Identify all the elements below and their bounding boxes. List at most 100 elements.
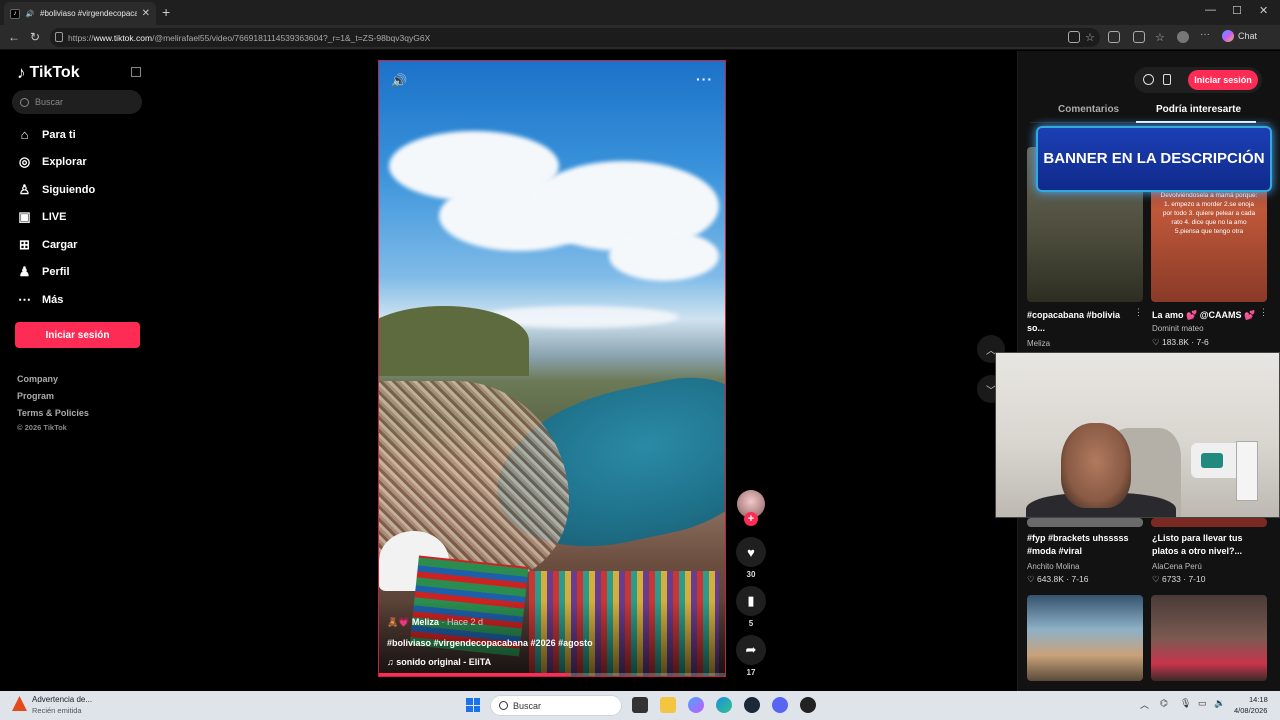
tab-title: #boliviaso #virgendecopacabana xyxy=(40,9,137,18)
sidebar-item-live[interactable]: ▣ LIVE xyxy=(17,209,157,224)
warning-title[interactable]: Advertencia de... xyxy=(32,695,92,704)
volume-tray-icon[interactable]: 🔉 xyxy=(1214,698,1225,709)
sidebar-item-perfil[interactable]: ♟ Perfil xyxy=(17,264,157,279)
clock-time[interactable]: 14:18 xyxy=(1249,695,1268,704)
share-button[interactable]: ➦ xyxy=(736,635,766,665)
edge-browser-icon[interactable] xyxy=(716,697,732,713)
card-author[interactable]: Dominit mateo xyxy=(1152,324,1204,333)
video-hill xyxy=(379,306,529,376)
video-progress-fill xyxy=(379,673,570,676)
video-cloud xyxy=(609,231,719,281)
reload-icon[interactable]: ↻ xyxy=(30,30,40,44)
microphone-icon[interactable]: 🎙 xyxy=(1180,698,1191,709)
file-explorer-icon[interactable] xyxy=(660,697,676,713)
address-toolbar: ← ↻ https://www.tiktok.com/@melirafael55… xyxy=(0,25,1280,50)
sidebar-item-label: LIVE xyxy=(42,210,67,223)
minimize-button[interactable]: — xyxy=(1205,4,1216,16)
favorite-star-icon[interactable]: ☆ xyxy=(1085,31,1097,44)
card-thumbnail[interactable] xyxy=(1027,595,1143,681)
obs-icon[interactable] xyxy=(800,697,816,713)
taskbar-search-input[interactable]: Buscar xyxy=(490,695,622,716)
tab-close-icon[interactable]: ✕ xyxy=(142,8,150,19)
video-sound[interactable]: ♫ sonido original - EliTA xyxy=(387,657,491,667)
login-button[interactable]: Iniciar sesión xyxy=(15,322,140,348)
chat-label: Chat xyxy=(1238,31,1258,41)
network-icon[interactable]: ⌬ xyxy=(1160,698,1168,709)
more-icon: ⋯ xyxy=(18,291,31,307)
start-windows-icon[interactable] xyxy=(466,698,480,712)
card-author[interactable]: Anchito Molina xyxy=(1027,562,1079,571)
video-author-row[interactable]: 🧸💗 Meliza · Hace 2 d xyxy=(387,617,483,628)
copilot-sidebar-icon[interactable] xyxy=(1133,31,1145,43)
discord-icon[interactable] xyxy=(772,697,788,713)
video-caption[interactable]: #boliviaso #virgendecopacabana #2026 #ag… xyxy=(387,638,593,648)
device-icon[interactable] xyxy=(1163,74,1171,85)
video-more-icon[interactable]: ··· xyxy=(696,71,713,87)
card-thumbnail[interactable] xyxy=(1027,518,1143,527)
sidebar-search-input[interactable]: Buscar xyxy=(12,90,142,114)
save-count: 5 xyxy=(748,619,754,628)
sidebar-item-cargar[interactable]: ⊞ Cargar xyxy=(17,237,157,252)
card-more-icon[interactable]: ⋮ xyxy=(1134,307,1143,318)
settings-more-icon[interactable]: ··· xyxy=(1200,29,1212,41)
card-more-icon[interactable]: ⋮ xyxy=(1259,307,1268,318)
cam-door xyxy=(1236,441,1258,501)
display-icon[interactable]: ▭ xyxy=(1198,698,1207,709)
sidebar-item-para-ti[interactable]: ⌂ Para ti xyxy=(17,127,157,142)
copilot-chat-button[interactable]: Chat xyxy=(1222,30,1257,42)
copyright-text: © 2026 TikTok xyxy=(17,423,67,432)
card-author[interactable]: AlaCena Perú xyxy=(1152,562,1202,571)
card-title[interactable]: #copacabana #bolivia so... xyxy=(1027,309,1135,335)
favorites-icon[interactable]: ☆ xyxy=(1155,31,1167,44)
collapse-sidebar-icon[interactable] xyxy=(131,67,141,77)
profile-avatar-icon[interactable] xyxy=(1177,31,1189,43)
warning-icon[interactable] xyxy=(12,696,27,711)
footer-link-program[interactable]: Program xyxy=(17,391,54,401)
url-host: www.tiktok.com xyxy=(93,32,153,43)
bookmark-icon: ▮ xyxy=(747,593,755,608)
tab-podria-interesarte[interactable]: Podría interesarte xyxy=(1156,104,1241,115)
card-title[interactable]: ¿Listo para llevar tus platos a otro niv… xyxy=(1152,532,1264,558)
sidebar-item-label: Más xyxy=(42,293,64,306)
copilot-app-icon[interactable] xyxy=(688,697,704,713)
window-close-button[interactable]: ✕ xyxy=(1259,4,1268,17)
tab-comentarios[interactable]: Comentarios xyxy=(1058,104,1119,115)
site-info-icon[interactable] xyxy=(55,32,63,42)
save-button[interactable]: ▮ xyxy=(736,586,766,616)
card-thumbnail[interactable] xyxy=(1151,595,1267,681)
footer-link-company[interactable]: Company xyxy=(17,374,58,384)
browser-tab[interactable]: ♪ 🔊 #boliviaso #virgendecopacabana ✕ xyxy=(4,2,156,25)
url-field[interactable]: https://www.tiktok.com/@melirafael55/vid… xyxy=(50,28,1100,47)
sidebar-item-mas[interactable]: ⋯ Más xyxy=(17,292,157,307)
new-tab-button[interactable]: + xyxy=(162,4,170,20)
task-view-icon[interactable] xyxy=(632,697,648,713)
like-button[interactable]: ♥ xyxy=(736,537,766,567)
sidebar-item-explorar[interactable]: ◎ Explorar xyxy=(17,154,157,169)
maximize-button[interactable]: ☐ xyxy=(1232,4,1242,17)
tiktok-sidebar: ♪ TikTok Buscar ⌂ Para ti ◎ Explorar ♙ S… xyxy=(0,51,160,691)
video-author[interactable]: Meliza xyxy=(412,617,439,627)
follow-plus-button[interactable]: + xyxy=(744,512,758,526)
card-author[interactable]: Meliza xyxy=(1027,339,1050,348)
sidebar-item-siguiendo[interactable]: ♙ Siguiendo xyxy=(17,182,157,197)
coins-icon[interactable] xyxy=(1143,74,1154,85)
steam-icon[interactable] xyxy=(744,697,760,713)
video-progress-bar[interactable] xyxy=(379,673,725,676)
browser-tab-bar: ♪ 🔊 #boliviaso #virgendecopacabana ✕ + —… xyxy=(0,0,1280,25)
top-login-button[interactable]: Iniciar sesión xyxy=(1188,70,1258,90)
back-icon[interactable]: ← xyxy=(8,30,20,44)
extensions-icon[interactable] xyxy=(1108,31,1120,43)
card-title[interactable]: La amo 💕 @CAAMS 💕 xyxy=(1152,309,1260,322)
translate-icon[interactable] xyxy=(1068,31,1080,43)
taskbar-search-placeholder: Buscar xyxy=(513,700,542,711)
clock-date[interactable]: 4/08/2026 xyxy=(1234,706,1267,715)
tiktok-logo[interactable]: ♪ TikTok xyxy=(17,63,80,83)
card-thumbnail[interactable] xyxy=(1151,518,1267,527)
video-player[interactable]: 🔊 ··· 🧸💗 Meliza · Hace 2 d #boliviaso #v… xyxy=(378,60,726,677)
tiktok-favicon-icon: ♪ xyxy=(10,8,20,19)
card-likes: ♡ 643.8K · 7-16 xyxy=(1027,574,1089,584)
footer-link-terms[interactable]: Terms & Policies xyxy=(17,408,89,418)
volume-icon[interactable]: 🔊 xyxy=(391,73,407,89)
tray-chevron-up-icon[interactable]: ︿ xyxy=(1140,698,1149,711)
card-title[interactable]: #fyp #brackets uhsssss #moda #viral xyxy=(1027,532,1139,558)
